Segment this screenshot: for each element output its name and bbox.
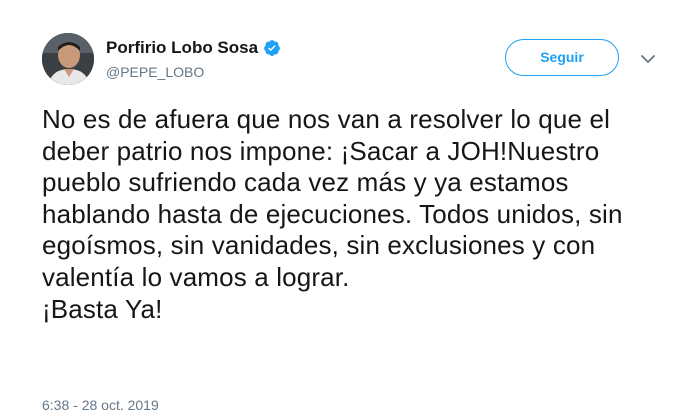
author-name-row: Porfirio Lobo Sosa [106,37,281,59]
tweet-text: No es de afuera que nos van a resolver l… [42,104,623,324]
author-display-name[interactable]: Porfirio Lobo Sosa [106,37,258,59]
author-avatar[interactable] [42,33,94,85]
tweet-timestamp[interactable]: 6:38 - 28 oct. 2019 [42,396,159,414]
verified-badge-icon [263,39,281,57]
follow-button[interactable]: Seguir [505,39,619,76]
avatar-photo-icon [42,33,94,85]
tweet-card: Porfirio Lobo Sosa @PEPE_LOBO Seguir No … [0,0,685,420]
author-handle[interactable]: @PEPE_LOBO [106,63,204,81]
chevron-down-icon[interactable] [640,53,656,65]
